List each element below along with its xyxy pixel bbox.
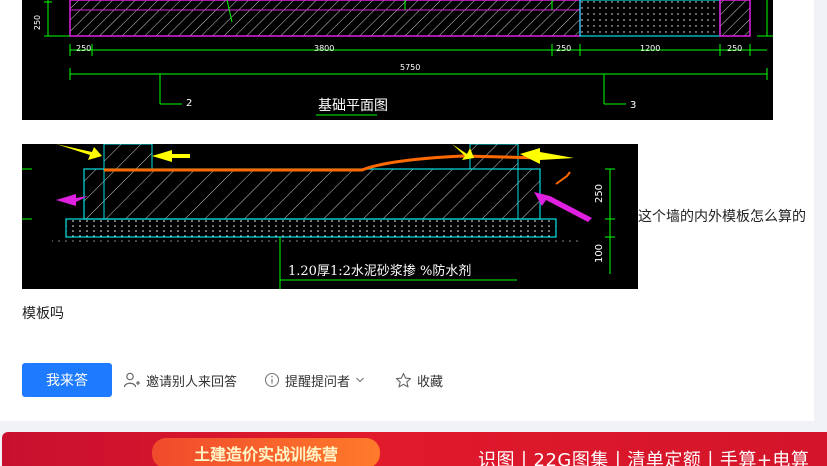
plan-title: 基础平面图: [318, 98, 388, 114]
dim-250-b: 250: [556, 44, 572, 53]
invite-action[interactable]: 邀请别人来回答: [123, 371, 238, 390]
side-dim-250: 250: [33, 14, 43, 31]
remind-action[interactable]: 提醒提问者: [264, 371, 365, 390]
section-note: 1.20厚1:2水泥砂浆掺 %防水剂: [288, 264, 472, 279]
wall-section-image: 250 100 1.20厚1:2水泥砂浆掺 %防水剂: [22, 144, 638, 289]
section-dim-250: 250: [594, 183, 606, 204]
invite-label: 邀请别人来回答: [146, 374, 238, 390]
dim-250-c: 250: [727, 44, 743, 53]
question-inline-text: 这个墙的内外模板怎么算的: [638, 209, 806, 225]
banner-pill: 土建造价实战训练营: [152, 438, 380, 466]
remind-label: 提醒提问者: [285, 374, 351, 390]
banner-pill-text: 土建造价实战训练营: [193, 445, 338, 464]
banner-right-text: 识图丨22G图集丨清单定额丨手算+电算: [478, 450, 810, 466]
star-icon: [395, 372, 412, 387]
dim-3800: 3800: [314, 44, 335, 53]
foundation-plan-image: 250 3800 250 1200 250 5750 250 2 3 基础平面图: [22, 0, 773, 120]
collect-label: 收藏: [417, 374, 444, 390]
dim-1200: 1200: [640, 44, 661, 53]
axis-label-3: 3: [630, 100, 637, 111]
promo-banner[interactable]: 土建造价实战训练营 识图丨22G图集丨清单定额丨手算+电算: [2, 432, 827, 466]
question-wrap-text: 模板吗: [22, 306, 64, 322]
dim-5750: 5750: [400, 63, 421, 72]
dim-250-a: 250: [76, 44, 92, 53]
axis-label-2: 2: [186, 98, 193, 109]
section-dim-100: 100: [594, 243, 606, 264]
collect-action[interactable]: 收藏: [395, 371, 444, 390]
answer-button[interactable]: 我来答: [22, 363, 112, 397]
user-plus-icon: [123, 372, 140, 388]
question-card: 250 3800 250 1200 250 5750 250 2 3 基础平面图: [0, 0, 814, 421]
info-icon: [264, 372, 280, 388]
chevron-down-icon: [356, 377, 364, 383]
